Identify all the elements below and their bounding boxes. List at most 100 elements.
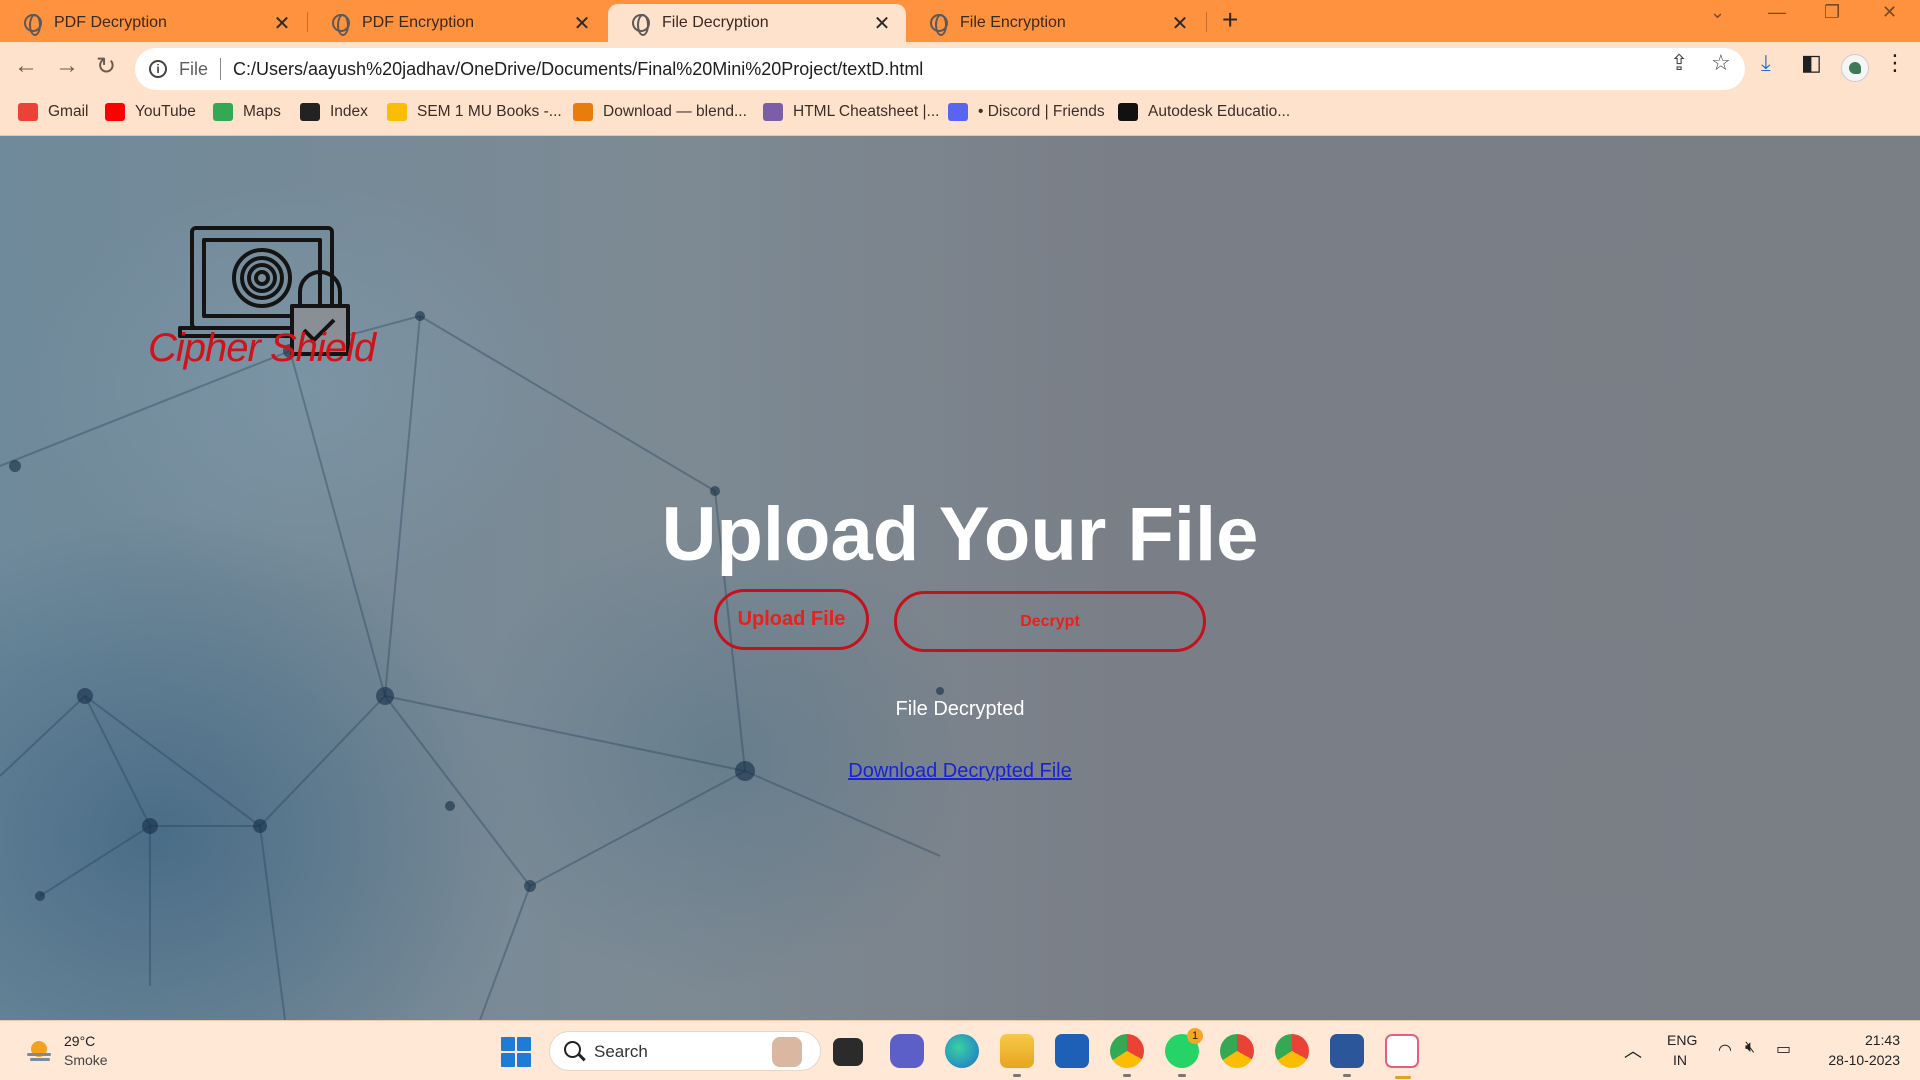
reload-icon[interactable]: ↻ bbox=[96, 52, 116, 81]
microsoft-store-icon[interactable] bbox=[1055, 1034, 1089, 1068]
decrypt-button[interactable]: Decrypt bbox=[894, 591, 1206, 652]
page-content: Cipher Shield Upload Your File Upload Fi… bbox=[0, 136, 1920, 1020]
bookmark-label: SEM 1 MU Books -... bbox=[417, 103, 562, 120]
bookmark-label: Index bbox=[330, 103, 368, 120]
bookmarks-bar: Gmail YouTube Maps Index SEM 1 MU Books -...… bbox=[0, 97, 1920, 136]
gmail-icon bbox=[18, 103, 38, 121]
bookmark-label: HTML Cheatsheet |... bbox=[793, 103, 940, 120]
bookmark-label: Autodesk Educatio... bbox=[1148, 103, 1291, 120]
bookmark-label: YouTube bbox=[135, 103, 196, 120]
language-secondary[interactable]: IN bbox=[1673, 1052, 1687, 1068]
close-icon[interactable]: ✕ bbox=[272, 11, 292, 36]
globe-icon bbox=[332, 14, 350, 36]
bookmark-label: Download — blend... bbox=[603, 103, 747, 120]
task-view-icon[interactable] bbox=[833, 1038, 863, 1066]
globe-icon bbox=[930, 14, 948, 36]
bookmark-label: Maps bbox=[243, 103, 281, 120]
blender-icon bbox=[573, 103, 593, 121]
tab-title: File Encryption bbox=[960, 14, 1066, 31]
back-icon[interactable]: ← bbox=[14, 52, 38, 80]
page-title: Upload Your File bbox=[661, 492, 1259, 577]
forward-icon[interactable]: → bbox=[55, 52, 79, 80]
bookmark-item[interactable]: Maps bbox=[213, 103, 281, 121]
close-icon[interactable]: ✕ bbox=[572, 11, 592, 36]
download-icon[interactable]: ⤓ bbox=[1761, 50, 1771, 76]
info-icon[interactable]: i bbox=[149, 60, 167, 78]
browser-tab-strip: PDF Decryption ✕ PDF Encryption ✕ File D… bbox=[0, 0, 1920, 42]
new-tab-button[interactable]: + bbox=[1222, 4, 1238, 36]
close-icon[interactable]: ✕ bbox=[872, 11, 892, 36]
wifi-icon[interactable]: ◠ bbox=[1718, 1040, 1732, 1060]
share-icon[interactable]: ⇪ bbox=[1670, 50, 1688, 76]
search-highlight-icon bbox=[772, 1037, 802, 1067]
whatsapp-icon[interactable]: 1 bbox=[1165, 1028, 1203, 1077]
menu-kebab-icon[interactable]: ⋮ bbox=[1884, 50, 1906, 76]
profile-icon bbox=[763, 103, 783, 121]
bookmark-item[interactable]: Index bbox=[300, 103, 368, 121]
chrome-profile-3-icon[interactable] bbox=[1275, 1034, 1309, 1068]
globe-icon bbox=[24, 14, 42, 36]
teams-chat-icon[interactable] bbox=[890, 1034, 924, 1068]
snipping-tool-icon[interactable] bbox=[1385, 1034, 1419, 1079]
chrome-profile-1-icon[interactable] bbox=[1110, 1034, 1144, 1077]
bookmark-item[interactable]: Autodesk Educatio... bbox=[1118, 103, 1290, 121]
volume-muted-icon[interactable]: 🔇︎ bbox=[1745, 1039, 1755, 1057]
bookmark-item[interactable]: Download — blend... bbox=[573, 103, 747, 121]
edge-browser-icon[interactable] bbox=[945, 1034, 979, 1068]
address-scheme: File bbox=[179, 58, 209, 79]
index-icon bbox=[300, 103, 320, 121]
profile-avatar[interactable] bbox=[1841, 54, 1869, 82]
weather-haze-icon[interactable] bbox=[24, 1037, 54, 1065]
address-divider bbox=[220, 58, 222, 80]
tab-title: File Decryption bbox=[662, 14, 769, 31]
bookmark-star-icon[interactable]: ☆ bbox=[1711, 50, 1731, 76]
download-decrypted-file-link: Download Decrypted File bbox=[0, 760, 1920, 783]
tab-pdf-decryption[interactable]: PDF Decryption ✕ bbox=[0, 4, 306, 42]
chrome-profile-2-icon[interactable] bbox=[1220, 1034, 1254, 1068]
address-bar[interactable]: i File C:/Users/aayush%20jadhav/OneDrive… bbox=[135, 48, 1745, 90]
bookmark-item[interactable]: SEM 1 MU Books -... bbox=[387, 103, 562, 121]
bookmark-item[interactable]: • Discord | Friends bbox=[948, 103, 1105, 121]
language-primary[interactable]: ENG bbox=[1667, 1032, 1697, 1048]
word-icon[interactable] bbox=[1330, 1034, 1364, 1077]
minimize-icon[interactable]: — bbox=[1768, 2, 1786, 23]
taskbar-search-box[interactable]: Search bbox=[549, 1031, 821, 1071]
address-url[interactable]: C:/Users/aayush%20jadhav/OneDrive/Docume… bbox=[233, 59, 923, 80]
clock-time[interactable]: 21:43 bbox=[1824, 1032, 1900, 1048]
tab-file-encryption[interactable]: File Encryption ✕ bbox=[906, 4, 1204, 42]
close-icon[interactable]: ✕ bbox=[1170, 11, 1190, 36]
windows-start-icon[interactable] bbox=[501, 1037, 531, 1067]
search-icon bbox=[564, 1041, 581, 1058]
restore-icon[interactable]: ❐ bbox=[1824, 2, 1840, 23]
tab-title: PDF Encryption bbox=[362, 14, 475, 31]
weather-description[interactable]: Smoke bbox=[64, 1052, 108, 1068]
tab-file-decryption[interactable]: File Decryption ✕ bbox=[608, 4, 906, 42]
youtube-icon bbox=[105, 103, 125, 121]
discord-icon bbox=[948, 103, 968, 121]
side-panel-icon[interactable]: ◧ bbox=[1801, 50, 1822, 76]
maps-icon bbox=[213, 103, 233, 121]
browser-toolbar: ← → ↻ i File C:/Users/aayush%20jadhav/On… bbox=[0, 42, 1920, 97]
tab-search-chevron-icon[interactable]: ⌄ bbox=[1710, 2, 1725, 23]
brand-logo-text: Cipher Shield bbox=[148, 326, 376, 370]
upload-file-button[interactable]: Upload File bbox=[714, 589, 869, 650]
notification-badge: 1 bbox=[1187, 1028, 1203, 1044]
globe-icon bbox=[632, 14, 650, 36]
clock-date[interactable]: 28-10-2023 bbox=[1804, 1052, 1900, 1068]
windows-taskbar: 29°C Smoke Search 1 ︿ ENG IN ◠ 🔇︎ ▭ 21:4… bbox=[0, 1020, 1920, 1080]
bookmark-label: • Discord | Friends bbox=[978, 103, 1105, 120]
weather-temperature[interactable]: 29°C bbox=[64, 1033, 95, 1049]
file-explorer-icon[interactable] bbox=[1000, 1034, 1034, 1077]
status-message: File Decrypted bbox=[895, 698, 1025, 720]
bookmark-item[interactable]: Gmail bbox=[18, 103, 88, 121]
tab-pdf-encryption[interactable]: PDF Encryption ✕ bbox=[308, 4, 606, 42]
bookmark-item[interactable]: HTML Cheatsheet |... bbox=[763, 103, 939, 121]
bookmark-item[interactable]: YouTube bbox=[105, 103, 196, 121]
bookmark-label: Gmail bbox=[48, 103, 89, 120]
download-link-anchor[interactable]: Download Decrypted File bbox=[848, 760, 1071, 782]
battery-icon[interactable]: ▭ bbox=[1776, 1039, 1791, 1059]
tab-title: PDF Decryption bbox=[54, 14, 167, 31]
show-hidden-icons-chevron[interactable]: ︿ bbox=[1624, 1037, 1642, 1063]
close-window-icon[interactable]: ✕ bbox=[1882, 2, 1897, 23]
google-drive-icon bbox=[387, 103, 407, 121]
